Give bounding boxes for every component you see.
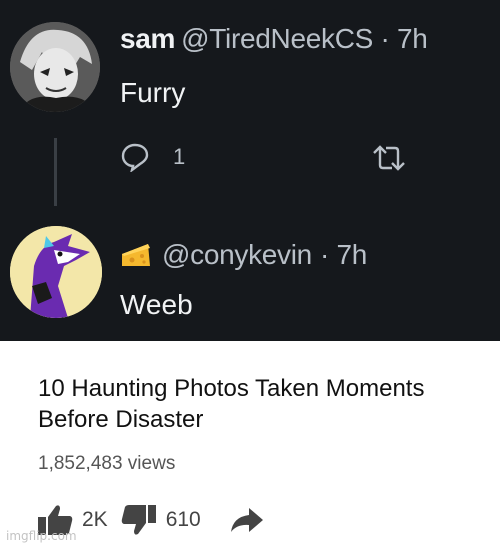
tweet-text-1: Furry — [120, 77, 186, 108]
thread-connector-line — [54, 138, 57, 206]
tweet-header-1: sam @TiredNeekCS · 7h — [120, 22, 428, 56]
youtube-video-info: 10 Haunting Photos Taken Moments Before … — [0, 341, 500, 547]
cheese-emoji-icon — [122, 244, 150, 266]
dislike-count: 610 — [165, 508, 201, 531]
tweet-header-2: @conykevin · 7h — [120, 238, 367, 272]
avatar-sam[interactable] — [10, 22, 100, 112]
timestamp: · 7h — [319, 239, 367, 270]
reply-count: 1 — [173, 144, 186, 169]
handle[interactable]: @conykevin — [162, 238, 312, 272]
display-name[interactable]: sam — [120, 23, 175, 54]
share-icon[interactable] — [229, 505, 265, 535]
video-title[interactable]: 10 Haunting Photos Taken Moments Before … — [38, 373, 478, 435]
twitter-thread: sam @TiredNeekCS · 7h Furry 1 @conykevin … — [0, 0, 500, 342]
retweet-icon[interactable] — [370, 143, 408, 173]
avatar-conykevin[interactable] — [10, 226, 102, 318]
thumbs-down-icon[interactable] — [120, 503, 158, 537]
reply-icon[interactable] — [120, 142, 150, 172]
handle[interactable]: @TiredNeekCS — [181, 23, 373, 54]
view-count: 1,852,483 views — [38, 453, 176, 474]
tweet-text-2: Weeb — [120, 289, 193, 320]
imgflip-watermark: imgflip.com — [6, 529, 77, 543]
like-count: 2K — [82, 508, 108, 531]
timestamp: · 7h — [380, 23, 428, 54]
